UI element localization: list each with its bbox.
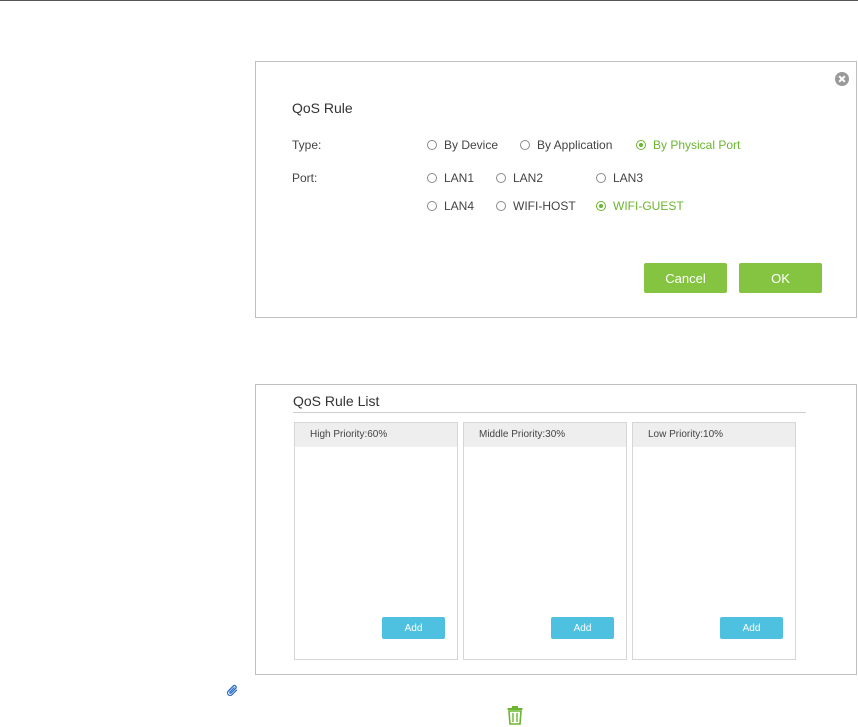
radio-icon (596, 173, 606, 183)
radio-label: LAN4 (444, 199, 475, 213)
port-radio-lan2[interactable]: LAN2 (496, 171, 543, 185)
rule-list-title: QoS Rule List (293, 393, 380, 409)
radio-icon (520, 140, 530, 150)
type-radio-by-device[interactable]: By Device (427, 138, 498, 152)
port-radio-wifi-host[interactable]: WIFI-HOST (496, 199, 576, 213)
radio-label: By Physical Port (653, 138, 741, 152)
add-button-low[interactable]: Add (720, 617, 783, 639)
type-radio-by-application[interactable]: By Application (520, 138, 612, 152)
dialog-title: QoS Rule (292, 100, 353, 116)
priority-column-low: Low Priority:10% Add (632, 422, 796, 660)
radio-label: WIFI-GUEST (613, 199, 684, 213)
cancel-button[interactable]: Cancel (644, 263, 727, 293)
radio-label: By Application (537, 138, 613, 152)
priority-header: Low Priority:10% (633, 423, 795, 447)
add-button-middle[interactable]: Add (551, 617, 614, 639)
port-radio-lan4[interactable]: LAN4 (427, 199, 474, 213)
add-button-high[interactable]: Add (382, 617, 445, 639)
type-label: Type: (292, 138, 322, 152)
priority-column-high: High Priority:60% Add (294, 422, 458, 660)
ok-button[interactable]: OK (739, 263, 822, 293)
radio-label: LAN3 (613, 171, 644, 185)
radio-selected-icon (636, 140, 646, 150)
top-divider (0, 0, 858, 1)
qos-rule-list-panel: QoS Rule List High Priority:60% Add Midd… (255, 384, 857, 675)
priority-column-middle: Middle Priority:30% Add (463, 422, 627, 660)
port-radio-lan3[interactable]: LAN3 (596, 171, 643, 185)
port-radio-lan1[interactable]: LAN1 (427, 171, 474, 185)
radio-icon (496, 173, 506, 183)
radio-selected-icon (596, 201, 606, 211)
radio-icon (427, 173, 437, 183)
title-divider (293, 412, 806, 413)
close-icon[interactable] (835, 72, 849, 86)
radio-label: WIFI-HOST (513, 199, 576, 213)
radio-label: LAN2 (513, 171, 544, 185)
qos-rule-dialog: QoS Rule Type: By Device By Application … (255, 61, 857, 318)
radio-icon (427, 201, 437, 211)
radio-label: By Device (444, 138, 499, 152)
priority-header: Middle Priority:30% (464, 423, 626, 447)
paperclip-icon (226, 684, 238, 697)
port-label: Port: (292, 171, 318, 185)
port-radio-wifi-guest[interactable]: WIFI-GUEST (596, 199, 684, 213)
radio-icon (427, 140, 437, 150)
radio-label: LAN1 (444, 171, 475, 185)
trash-icon[interactable] (506, 705, 524, 725)
priority-header: High Priority:60% (295, 423, 457, 447)
type-radio-by-physical-port[interactable]: By Physical Port (636, 138, 740, 152)
radio-icon (496, 201, 506, 211)
